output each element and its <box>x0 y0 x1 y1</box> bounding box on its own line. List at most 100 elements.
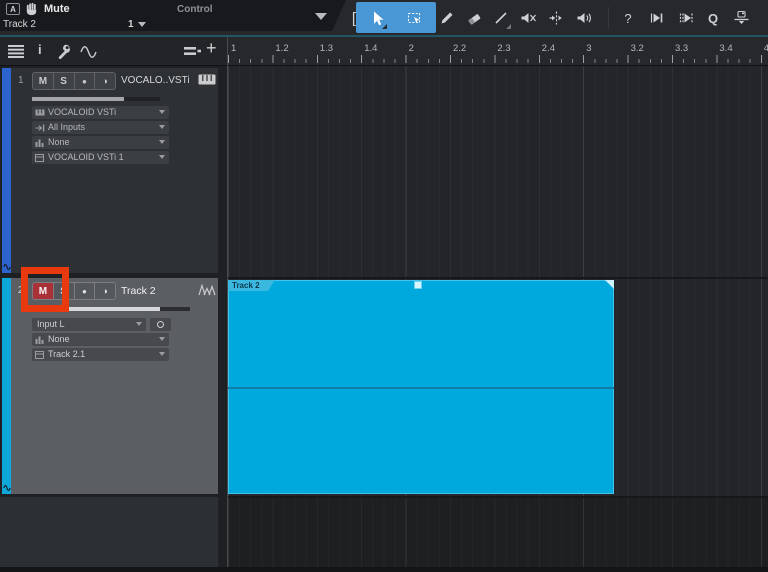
keyboard-icon <box>35 109 45 116</box>
track1-monitor-button[interactable]: ◑ <box>94 73 115 89</box>
chevron-down-icon <box>159 155 165 159</box>
ruler-label: 3.2 <box>631 43 644 54</box>
add-track-icon[interactable]: + <box>206 38 217 59</box>
track2-name[interactable]: Track 2 <box>121 285 156 297</box>
wrench-icon[interactable] <box>56 44 71 59</box>
annotation-highlight <box>21 267 69 312</box>
input-monitor-circle-button[interactable] <box>150 318 171 331</box>
tool-corner-caret-icon <box>506 24 511 29</box>
macro-icon[interactable] <box>728 4 754 32</box>
automation-badge: A <box>6 3 20 15</box>
track1-mute-button[interactable]: M <box>33 73 53 89</box>
track-lane-separator <box>228 496 768 498</box>
help-icon[interactable]: ? <box>615 4 641 32</box>
control-dropdown-caret-icon[interactable] <box>315 13 327 20</box>
track1-output-dropdown[interactable]: None <box>32 136 169 149</box>
ruler-label: 3.3 <box>675 43 688 54</box>
dropdown-label: None <box>48 334 70 344</box>
track-lane-separator <box>228 277 768 279</box>
ruler-label: 2 <box>409 43 414 54</box>
ruler-label: 2.2 <box>453 43 466 54</box>
layout-icon[interactable] <box>184 46 201 57</box>
track1-button-group: M S ● ◑ <box>32 72 116 90</box>
chevron-down-icon <box>159 140 165 144</box>
track2-input-dropdown[interactable]: Input L <box>32 318 146 331</box>
toolbar-separator <box>608 7 609 29</box>
quantize-icon[interactable]: Q <box>700 4 726 32</box>
timeline-ruler[interactable]: 11.21.31.422.22.32.433.23.33.44 <box>228 37 768 66</box>
erase-tool-icon[interactable] <box>461 4 487 32</box>
clip-name-label: Track 2 <box>232 281 260 290</box>
track-list-panel: 1 M S ● ◑ VOCALO..VSTi <box>0 66 228 567</box>
ruler-label: 1.2 <box>275 43 288 54</box>
arrow-tool-icon[interactable] <box>364 4 390 32</box>
line-tool-icon[interactable] <box>488 4 514 32</box>
listen-tool-icon[interactable] <box>571 4 597 32</box>
track1-record-arm-button[interactable]: ● <box>74 73 95 89</box>
track2-record-arm-button[interactable]: ● <box>74 283 95 299</box>
info-icon[interactable]: i <box>38 42 42 57</box>
automation-mode-label: Mute <box>44 3 70 15</box>
clip-track2[interactable]: Track 2 <box>228 280 614 494</box>
input-arrow-icon <box>35 124 45 132</box>
mute-tool-icon[interactable] <box>515 4 541 32</box>
automation-curve-icon[interactable] <box>80 46 99 58</box>
track-header-1[interactable]: 1 M S ● ◑ VOCALO..VSTi <box>0 68 218 273</box>
chevron-down-icon <box>136 322 142 326</box>
track1-solo-button[interactable]: S <box>53 73 74 89</box>
below-tracks-area <box>228 498 768 567</box>
take-dropdown-caret-icon[interactable] <box>138 22 146 27</box>
bend-tool-icon[interactable] <box>543 4 569 32</box>
follow-playhead-icon[interactable] <box>673 4 699 32</box>
track2-color-strip <box>2 278 11 494</box>
chevron-down-icon <box>159 352 165 356</box>
track1-number: 1 <box>18 75 24 86</box>
autoscroll-icon[interactable] <box>644 4 670 32</box>
dropdown-label: VOCALOID VSTi 1 <box>48 152 124 162</box>
clip-fade-handle-icon[interactable] <box>605 280 614 289</box>
track1-name[interactable]: VOCALO..VSTi <box>121 75 190 86</box>
ruler-label: 3 <box>586 43 591 54</box>
ruler-label: 1.4 <box>364 43 377 54</box>
dropdown-label: All Inputs <box>48 122 85 132</box>
panel-arrange-divider[interactable] <box>227 37 228 567</box>
track2-output-dropdown[interactable]: None <box>32 333 169 346</box>
arrange-area[interactable]: Track 2 <box>228 66 768 567</box>
automation-info-tab[interactable]: A Mute Track 2 1 Control <box>0 0 346 31</box>
clip-selection-handle[interactable] <box>414 281 422 289</box>
automation-track-label: Track 2 <box>3 19 36 30</box>
bottom-scrollbar[interactable] <box>0 567 768 572</box>
paint-tool-icon[interactable] <box>434 4 460 32</box>
control-label: Control <box>177 4 213 15</box>
chevron-down-icon <box>159 337 165 341</box>
track1-volume-slider[interactable] <box>32 97 160 101</box>
menu-icon[interactable] <box>8 45 24 58</box>
track1-volume-fill <box>32 97 124 101</box>
track1-automation-toggle-icon[interactable] <box>2 262 11 272</box>
ruler-beat-ticks <box>228 55 768 63</box>
track2-monitor-button[interactable]: ◑ <box>94 283 115 299</box>
dropdown-label: Input L <box>37 319 65 329</box>
track2-channel-dropdown[interactable]: Track 2.1 <box>32 348 169 361</box>
circle-icon <box>157 321 164 328</box>
clip-name-tab: Track 2 <box>228 280 275 291</box>
instrument-keyboard-icon <box>198 74 216 85</box>
take-number: 1 <box>128 19 134 30</box>
hand-icon <box>24 1 39 16</box>
track1-input-dropdown[interactable]: All Inputs <box>32 121 169 134</box>
audio-waveform-icon <box>198 284 216 296</box>
top-toolbar: A Mute Track 2 1 Control [ <box>0 0 768 35</box>
track2-automation-toggle-icon[interactable] <box>2 483 11 493</box>
track1-color-strip <box>2 68 11 273</box>
track1-instrument-dropdown[interactable]: VOCALOID VSTi <box>32 106 169 119</box>
meter-icon <box>35 336 44 344</box>
chevron-down-icon <box>159 110 165 114</box>
channel-icon <box>35 351 44 359</box>
range-select-tool-icon[interactable] <box>401 4 427 32</box>
track-list-toolbar: i + <box>0 37 228 66</box>
dropdown-label: Track 2.1 <box>48 349 85 359</box>
track1-channel-dropdown[interactable]: VOCALOID VSTi 1 <box>32 151 169 164</box>
ruler-label: 2.4 <box>542 43 555 54</box>
dropdown-label: None <box>48 137 70 147</box>
ruler-label: 1.3 <box>320 43 333 54</box>
